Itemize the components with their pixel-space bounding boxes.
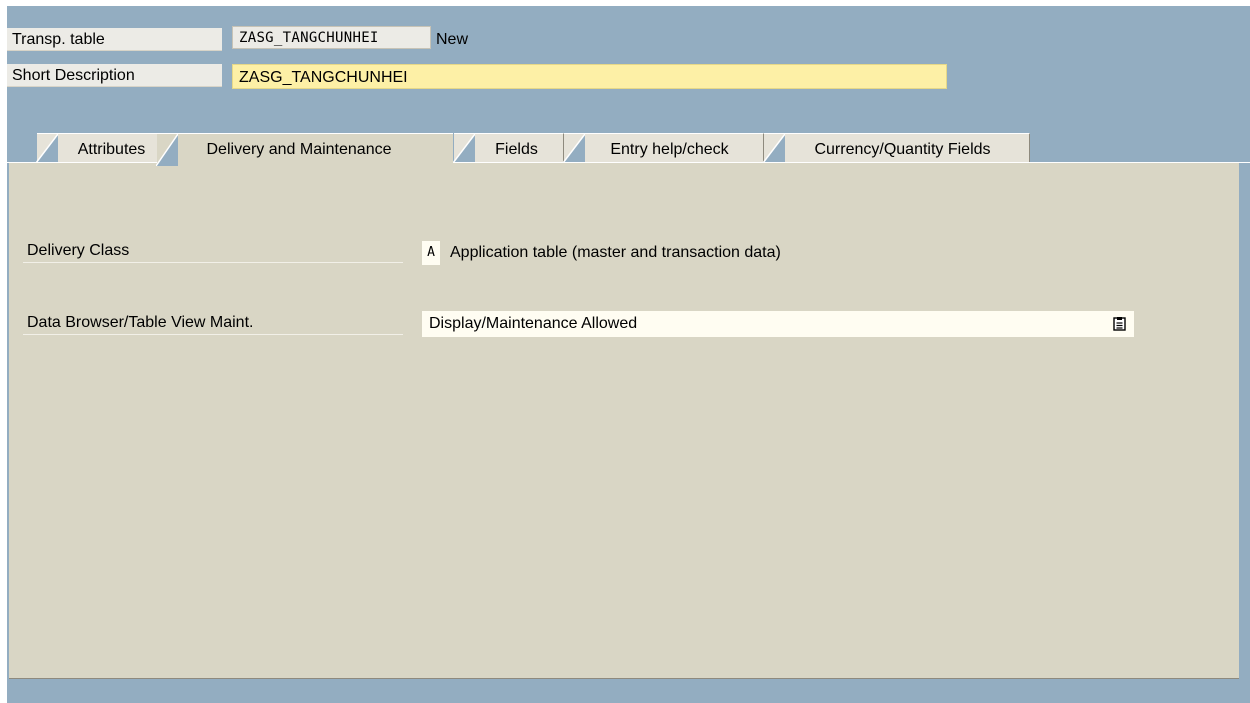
tab-fields-label: Fields <box>495 141 538 158</box>
data-browser-maint-dropdown[interactable]: Display/Maintenance Allowed <box>422 311 1134 337</box>
tab-edge <box>563 134 585 163</box>
delivery-class-description: Application table (master and transactio… <box>450 244 781 261</box>
sap-screen: Transp. table ZASG_TANGCHUNHEI New Short… <box>7 6 1250 703</box>
tab-attributes[interactable]: Attributes <box>36 133 175 163</box>
tab-edge <box>763 134 785 163</box>
table-name-field[interactable]: ZASG_TANGCHUNHEI <box>232 26 431 49</box>
tab-delivery-label: Delivery and Maintenance <box>206 141 392 158</box>
data-browser-maint-value: Display/Maintenance Allowed <box>429 315 638 332</box>
tab-edge <box>36 134 58 163</box>
delivery-class-label: Delivery Class <box>23 238 403 263</box>
tab-attributes-label: Attributes <box>77 141 146 158</box>
short-description-input[interactable]: ZASG_TANGCHUNHEI <box>232 64 947 89</box>
tab-delivery-and-maintenance[interactable]: Delivery and Maintenance <box>156 133 453 166</box>
tab-currency-quantity-fields[interactable]: Currency/Quantity Fields <box>763 133 1030 163</box>
tab-edge <box>156 134 178 166</box>
tab-currency-label: Currency/Quantity Fields <box>814 141 991 158</box>
tab-entry-help-check[interactable]: Entry help/check <box>563 133 764 163</box>
tab-edge <box>453 134 475 163</box>
tab-entry-help-label: Entry help/check <box>610 141 729 158</box>
tab-fields[interactable]: Fields <box>453 133 564 163</box>
value-help-icon[interactable] <box>1113 317 1126 331</box>
delivery-class-field[interactable]: A <box>422 241 440 265</box>
data-browser-maint-label: Data Browser/Table View Maint. <box>23 310 403 335</box>
short-description-label: Short Description <box>7 64 222 87</box>
transp-table-label: Transp. table <box>7 28 222 51</box>
table-status-text: New <box>436 31 469 48</box>
tab-panel-delivery-and-maintenance: Delivery Class A Application table (mast… <box>9 163 1239 679</box>
